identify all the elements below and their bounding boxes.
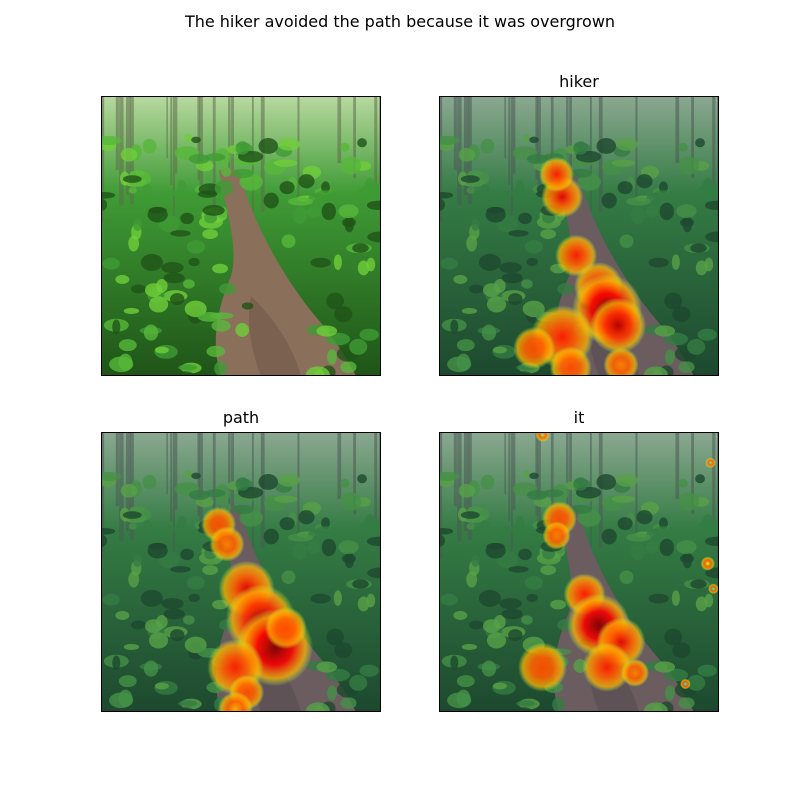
- attention-hotspot: [542, 521, 571, 550]
- attention-hotspot: [700, 556, 715, 571]
- panel-path: [101, 432, 381, 712]
- attention-hotspot: [680, 678, 691, 690]
- panel-it: [439, 432, 719, 712]
- path-heatmap: [101, 432, 381, 712]
- figure-title: The hiker avoided the path because it wa…: [184, 12, 616, 31]
- attention-hotspot: [621, 658, 649, 687]
- attention-hotspot: [539, 156, 575, 192]
- attention-hotspot: [518, 642, 568, 692]
- attention-baseline: [439, 432, 719, 712]
- attention-hotspot: [513, 327, 556, 369]
- original-image: [101, 96, 381, 376]
- it-heatmap: [439, 432, 719, 712]
- hiker-heatmap: [439, 96, 719, 376]
- panel-title-hiker: hiker: [559, 72, 599, 91]
- panel-title-path: path: [222, 408, 260, 427]
- panel-original: [101, 96, 381, 376]
- attention-hotspot: [708, 583, 719, 595]
- panel-title-it: it: [573, 408, 585, 427]
- attention-hotspot: [264, 607, 307, 649]
- attention-hotspot: [209, 526, 245, 562]
- panel-hiker: [439, 96, 719, 376]
- attention-hotspot: [705, 457, 716, 469]
- forest-scene: [101, 96, 381, 376]
- attention-hotspot: [590, 297, 647, 354]
